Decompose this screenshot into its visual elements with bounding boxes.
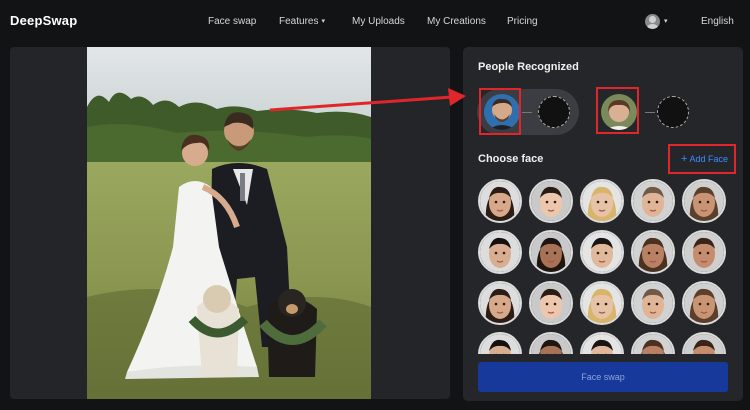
highlight-box [668,144,736,174]
face-option[interactable] [631,332,675,354]
face-option[interactable] [478,281,522,325]
target-face-slot-1[interactable] [538,96,570,128]
face-swap-button[interactable]: Face swap [478,362,728,392]
nav-item-label: Face swap [208,16,257,27]
face-option[interactable] [478,332,522,354]
preview-canvas [10,47,450,399]
face-option[interactable] [631,179,675,223]
link-line [645,112,655,113]
logo[interactable]: DeepSwap [10,13,77,28]
nav-item-label: Features [279,16,319,27]
face-option[interactable] [478,230,522,274]
face-option[interactable] [682,230,726,274]
top-navbar: DeepSwap Face swap Features ▾ My Uploads … [0,0,750,44]
face-option[interactable] [580,230,624,274]
chevron-down-icon[interactable]: ▾ [664,17,668,25]
target-face-slot-2[interactable] [657,96,689,128]
uploaded-photo [87,47,371,399]
face-option[interactable] [529,179,573,223]
choose-face-title: Choose face [478,153,544,165]
face-option[interactable] [682,332,726,354]
face-option[interactable] [478,179,522,223]
face-option[interactable] [580,281,624,325]
face-option[interactable] [682,281,726,325]
face-option[interactable] [631,281,675,325]
nav-item-my-creations[interactable]: My Creations [427,16,486,27]
face-option[interactable] [682,179,726,223]
face-option[interactable] [580,332,624,354]
nav-item-pricing[interactable]: Pricing [507,16,538,27]
face-option[interactable] [529,332,573,354]
nav-item-face-swap[interactable]: Face swap [208,16,256,27]
people-recognized-title: People Recognized [478,61,579,73]
nav-item-features[interactable]: Features ▾ [279,16,325,27]
highlight-box [479,88,521,135]
nav-item-label: My Creations [427,16,486,27]
language-selector[interactable]: English [701,16,734,27]
nav-item-label: Pricing [507,16,538,27]
face-option[interactable] [529,230,573,274]
language-label: English [701,16,734,27]
face-option[interactable] [529,281,573,325]
user-avatar[interactable] [645,14,660,29]
face-option[interactable] [580,179,624,223]
chevron-down-icon: ▾ [321,18,325,25]
link-line [522,112,532,113]
highlight-box [596,87,639,134]
face-option[interactable] [631,230,675,274]
nav-item-my-uploads[interactable]: My Uploads [352,16,405,27]
nav-item-label: My Uploads [352,16,405,27]
face-grid [478,179,730,354]
